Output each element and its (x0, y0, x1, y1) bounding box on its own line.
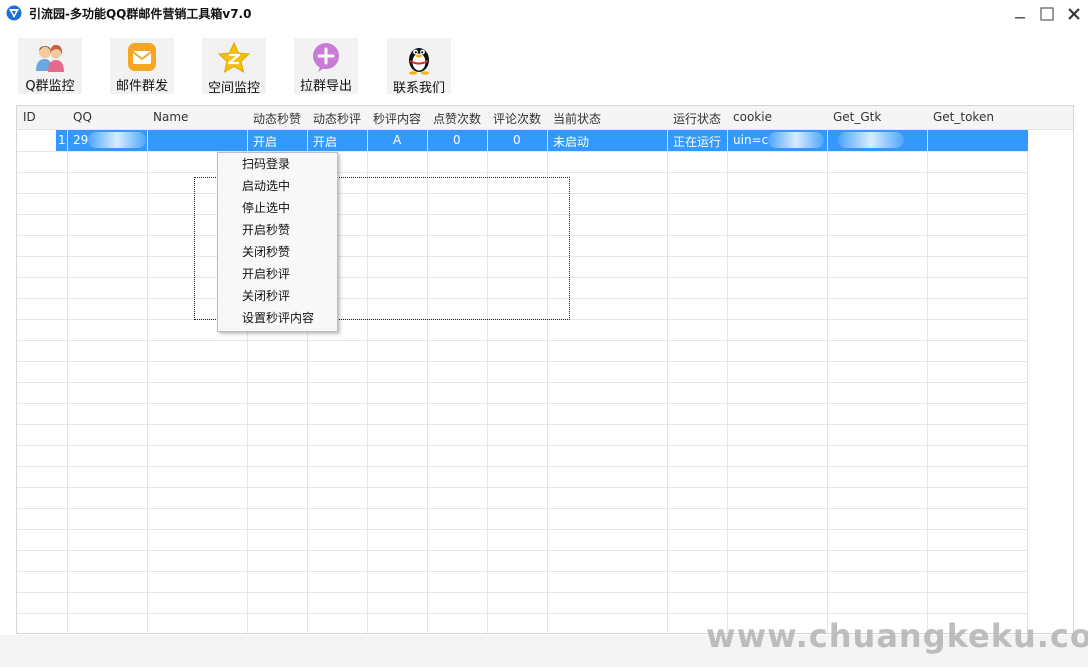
mail-icon (125, 41, 159, 73)
column-header-get-token[interactable]: Get_token (933, 110, 994, 124)
grid-divider (487, 130, 488, 151)
grid-row-line (17, 592, 1028, 593)
menu-item-stop-selected[interactable]: 停止选中 (218, 197, 337, 219)
plus-circle-icon (309, 41, 343, 73)
column-header-run-status[interactable]: 运行状态 (673, 110, 721, 127)
column-header-id[interactable]: ID (23, 110, 36, 124)
menu-item-enable-quick-like[interactable]: 开启秒赞 (218, 219, 337, 241)
cell-qq: 29 (73, 133, 89, 147)
grid-divider (667, 130, 668, 151)
redacted-blur (88, 132, 146, 148)
table-row[interactable]: 1 29 开启 开启 A 0 0 未启动 正在运行 uin=c (56, 130, 1028, 151)
column-header-dynamic-like[interactable]: 动态秒赞 (253, 110, 301, 127)
column-header-name[interactable]: Name (153, 110, 188, 124)
close-button[interactable] (1062, 4, 1086, 24)
grid-row-line (17, 550, 1028, 551)
column-header-current-status[interactable]: 当前状态 (553, 110, 601, 127)
menu-item-scan-login[interactable]: 扫码登录 (218, 153, 337, 175)
redacted-blur (838, 132, 904, 148)
grid-row-line (17, 487, 1028, 488)
users-icon (33, 41, 67, 73)
qgroup-monitor-button[interactable]: Q群监控 (18, 38, 82, 94)
grid-row-line (17, 382, 1028, 383)
star-icon (217, 41, 251, 75)
grid-divider (927, 130, 928, 151)
contact-us-button[interactable]: 联系我们 (387, 38, 451, 96)
cell-cookie: uin=c (733, 133, 769, 147)
toolbar-button-label: 空间监控 (207, 81, 260, 96)
grid-divider (367, 130, 368, 151)
group-export-button[interactable]: 拉群导出 (294, 38, 358, 94)
grid-row-line (17, 151, 1028, 152)
column-header-qq[interactable]: QQ (73, 110, 92, 124)
mail-mass-send-button[interactable]: 邮件群发 (110, 38, 174, 94)
grid-divider (827, 130, 828, 151)
grid-divider (67, 130, 68, 151)
qq-penguin-icon (402, 41, 436, 75)
title-bar: 引流园-多功能QQ群邮件营销工具箱v7.0 (0, 0, 1088, 30)
grid-row-line (17, 466, 1028, 467)
cell-dynamic-comment: 开启 (313, 135, 338, 149)
grid-row-line (17, 361, 1028, 362)
menu-item-set-comment-content[interactable]: 设置秒评内容 (218, 307, 337, 329)
minimize-button[interactable] (1008, 4, 1032, 24)
cell-run-status: 正在运行 (673, 135, 722, 149)
grid-divider (727, 130, 728, 151)
grid-divider (427, 130, 428, 151)
cell-current-status: 未启动 (553, 135, 590, 149)
cell-comment-content: A (393, 133, 402, 147)
toolbar-button-label: Q群监控 (25, 79, 75, 94)
watermark: www.chuangkeku.com (706, 617, 1088, 655)
minimize-icon (1015, 17, 1025, 19)
close-icon (1068, 8, 1080, 20)
redacted-blur (768, 132, 824, 148)
maximize-icon (1040, 7, 1054, 21)
grid-divider (147, 130, 148, 151)
grid-row-line (17, 571, 1028, 572)
column-header-dynamic-comment[interactable]: 动态秒评 (313, 110, 361, 127)
column-header-like-count[interactable]: 点赞次数 (433, 110, 481, 127)
grid-divider (307, 130, 308, 151)
grid-row-line (17, 340, 1028, 341)
toolbar: Q群监控 邮件群发 空间监控 拉群导出 联系我们 (0, 30, 1088, 98)
toolbar-button-label: 联系我们 (392, 81, 445, 96)
toolbar-button-label: 邮件群发 (115, 79, 168, 94)
column-header-get-gtk[interactable]: Get_Gtk (833, 110, 881, 124)
cell-dynamic-like: 开启 (253, 135, 278, 149)
grid-divider (547, 130, 548, 151)
app-logo-icon (6, 5, 22, 21)
grid-row-line (17, 508, 1028, 509)
grid-row-line (17, 403, 1028, 404)
grid-row-line (17, 172, 1028, 173)
toolbar-button-label: 拉群导出 (299, 79, 352, 94)
column-header-cookie[interactable]: cookie (733, 110, 772, 124)
maximize-button[interactable] (1035, 4, 1059, 24)
menu-item-disable-quick-comment[interactable]: 关闭秒评 (218, 285, 337, 307)
grid-row-line (17, 529, 1028, 530)
grid-row-line (17, 613, 1028, 614)
window-title: 引流园-多功能QQ群邮件营销工具箱v7.0 (29, 7, 252, 21)
menu-item-enable-quick-comment[interactable]: 开启秒评 (218, 263, 337, 285)
cell-comment-count: 0 (513, 133, 521, 147)
grid-divider (247, 130, 248, 151)
menu-item-disable-quick-like[interactable]: 关闭秒赞 (218, 241, 337, 263)
menu-item-start-selected[interactable]: 启动选中 (218, 175, 337, 197)
cell-like-count: 0 (453, 133, 461, 147)
grid-row-line (17, 445, 1028, 446)
grid-row-line (17, 424, 1028, 425)
context-menu: 扫码登录 启动选中 停止选中 开启秒赞 关闭秒赞 开启秒评 关闭秒评 设置秒评内… (217, 152, 338, 332)
column-header-comment-count[interactable]: 评论次数 (493, 110, 541, 127)
zone-monitor-button[interactable]: 空间监控 (202, 38, 266, 96)
column-header-comment-content[interactable]: 秒评内容 (373, 110, 421, 127)
cell-id: 1 (58, 133, 66, 147)
grid-header: ID QQ Name 动态秒赞 动态秒评 秒评内容 点赞次数 评论次数 当前状态… (17, 106, 1073, 130)
